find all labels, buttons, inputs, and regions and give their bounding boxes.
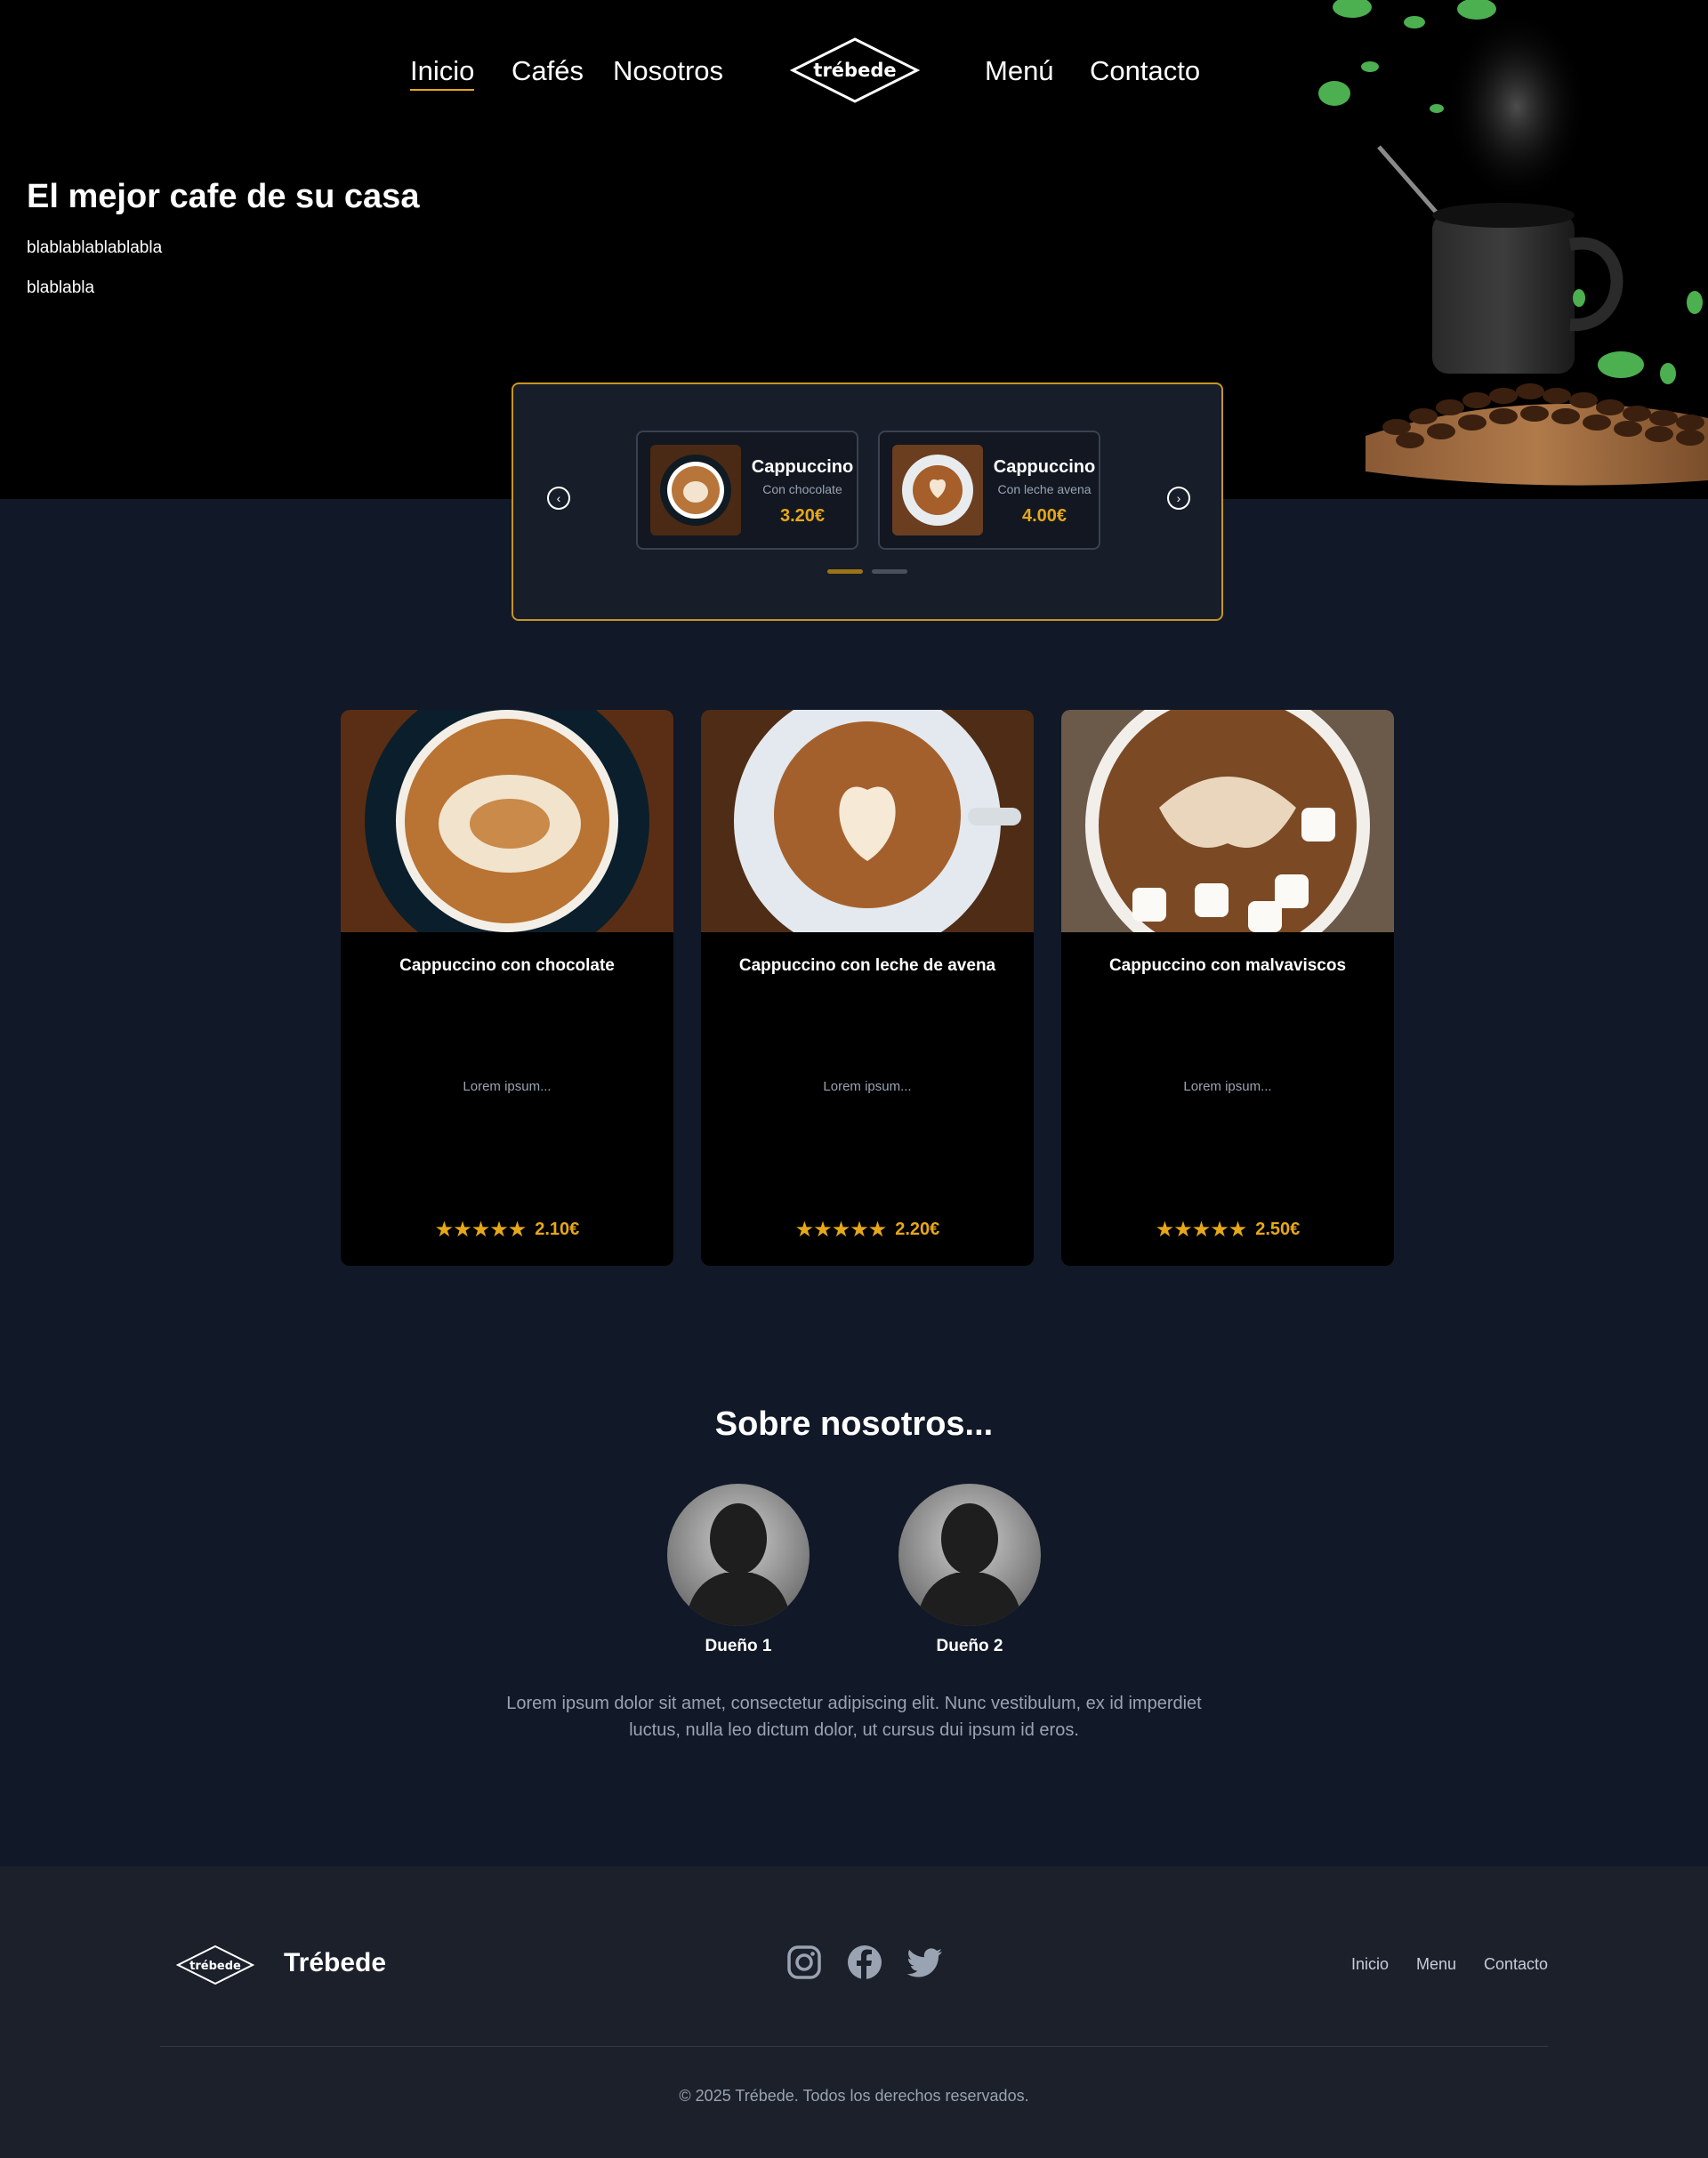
nav-link-cafes[interactable]: Cafés	[512, 53, 584, 89]
carousel-item-image	[650, 445, 741, 535]
carousel-item-subtitle: Con leche avena	[997, 482, 1092, 496]
footer-link-menu[interactable]: Menu	[1416, 1955, 1456, 1974]
carousel-item-price: 4.00€	[1021, 506, 1068, 526]
star-rating-icon: ★★★★★	[794, 1218, 888, 1242]
carousel-dot-active[interactable]	[827, 569, 863, 574]
avatar	[667, 1484, 810, 1626]
hero-line-2: blablabla	[27, 278, 95, 297]
coffee-cup-illustration	[1318, 0, 1708, 486]
product-image	[1061, 710, 1394, 932]
product-rating: ★★★★★ 2.10€	[341, 1217, 673, 1243]
product-card[interactable]: Cappuccino con leche de avena Lorem ipsu…	[701, 710, 1034, 1266]
product-rating: ★★★★★ 2.20€	[701, 1217, 1034, 1243]
carousel-item-subtitle: Con chocolate	[762, 482, 842, 496]
avatar	[898, 1484, 1041, 1626]
carousel-item-price: 3.20€	[779, 506, 826, 526]
owner-name: Dueño 2	[936, 1637, 1003, 1655]
carousel-dot[interactable]	[872, 569, 907, 574]
chevron-left-icon: ‹	[556, 491, 561, 505]
trebede-logo[interactable]: trébede	[790, 37, 920, 103]
product-card[interactable]: Cappuccino con malvaviscos Lorem ipsum..…	[1061, 710, 1394, 1266]
carousel-item-image	[892, 445, 983, 535]
chevron-right-icon: ›	[1176, 491, 1181, 505]
about-title: Sobre nosotros...	[714, 1405, 994, 1443]
about-text: Lorem ipsum dolor sit amet, consectetur …	[506, 1694, 1202, 1740]
carousel-item-title: Cappuccino	[751, 457, 854, 477]
product-description: Lorem ipsum...	[463, 1079, 552, 1094]
hero-title: El mejor cafe de su casa	[27, 178, 420, 215]
nav-link-nosotros[interactable]: Nosotros	[613, 53, 723, 89]
product-title: Cappuccino con malvaviscos	[1108, 956, 1347, 975]
product-price: 2.50€	[1255, 1220, 1301, 1239]
product-price: 2.10€	[535, 1220, 580, 1239]
star-rating-icon: ★★★★★	[434, 1218, 528, 1242]
footer-brand: Trébede	[284, 1948, 387, 1977]
product-card[interactable]: Cappuccino con chocolate Lorem ipsum... …	[341, 710, 673, 1266]
product-title: Cappuccino con leche de avena	[738, 956, 996, 975]
twitter-icon[interactable]	[907, 1945, 943, 1980]
carousel-next-button[interactable]: ›	[1167, 487, 1190, 510]
footer-logo-text: trébede	[189, 1960, 241, 1973]
logo-text: trébede	[813, 60, 896, 81]
product-description: Lorem ipsum...	[823, 1079, 912, 1094]
product-image	[701, 710, 1034, 932]
carousel-item-title: Cappuccino	[993, 457, 1096, 477]
footer-link-inicio[interactable]: Inicio	[1351, 1955, 1389, 1974]
featured-carousel: ‹ Cappuccino Con chocolate 3.20€ Cappucc…	[512, 382, 1223, 621]
nav-link-menu[interactable]: Menú	[985, 53, 1054, 89]
product-rating: ★★★★★ 2.50€	[1061, 1217, 1394, 1243]
carousel-item[interactable]: Cappuccino Con leche avena 4.00€	[878, 431, 1100, 550]
carousel-prev-button[interactable]: ‹	[547, 487, 570, 510]
facebook-icon[interactable]	[847, 1945, 882, 1980]
owner-name: Dueño 1	[705, 1637, 772, 1655]
product-title: Cappuccino con chocolate	[399, 956, 615, 975]
product-price: 2.20€	[895, 1220, 940, 1239]
instagram-icon[interactable]	[786, 1945, 822, 1980]
site-footer: trébede Trébede Inicio Menu Contacto © 2…	[0, 1866, 1708, 2158]
footer-divider	[160, 2046, 1548, 2047]
nav-link-contacto[interactable]: Contacto	[1090, 53, 1200, 89]
hero-line-1: blablablablablabla	[27, 238, 163, 257]
footer-link-contacto[interactable]: Contacto	[1484, 1955, 1548, 1974]
copyright: © 2025 Trébede. Todos los derechos reser…	[679, 2087, 1029, 2105]
carousel-item[interactable]: Cappuccino Con chocolate 3.20€	[636, 431, 858, 550]
footer-logo[interactable]: trébede	[176, 1945, 254, 1985]
product-description: Lorem ipsum...	[1183, 1079, 1272, 1094]
star-rating-icon: ★★★★★	[1155, 1218, 1248, 1242]
product-image	[341, 710, 673, 932]
nav-link-inicio[interactable]: Inicio	[410, 53, 475, 91]
